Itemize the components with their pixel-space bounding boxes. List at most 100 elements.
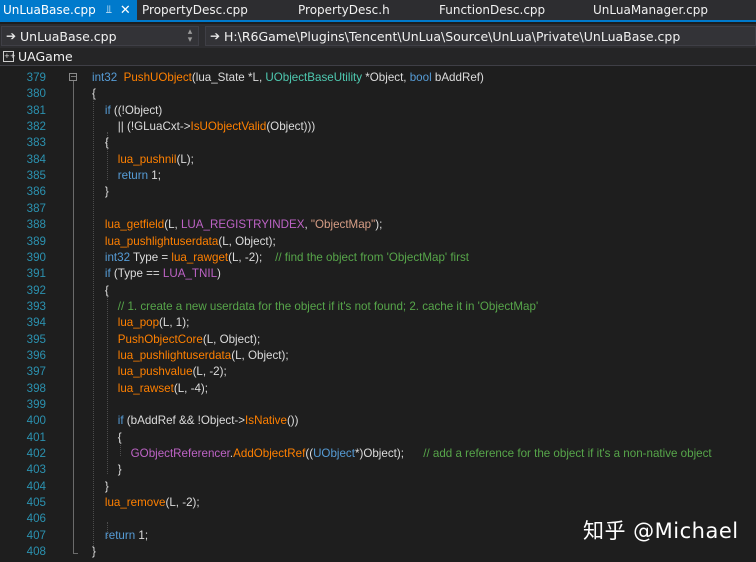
code-text: return 1; [92,168,161,184]
arrow-right-icon: ➔ [209,29,221,43]
code-line[interactable]: 386 } [0,184,756,200]
code-text: lua_pushlightuserdata(L, Object); [92,234,276,250]
code-line[interactable]: 403 } [0,462,756,478]
line-number: 381 [26,103,46,117]
line-number: 391 [26,267,46,281]
tab-label: PropertyDesc.cpp [142,3,248,17]
tab-propertydesc-cpp[interactable]: PropertyDesc.cpp [142,0,248,20]
token-text: ) [217,267,221,281]
code-line[interactable]: 383 { [0,135,756,151]
cpp-project-icon: ++ [3,51,16,62]
token-kw: return [104,528,136,542]
line-number: 407 [26,528,46,542]
tab-propertydesc-h[interactable]: PropertyDesc.h [298,0,390,20]
token-text: } [92,545,96,559]
code-editor[interactable]: − 379 int32 PushUObject(lua_State *L, UOb… [0,67,756,562]
tab-unluabase-cpp[interactable]: UnLuaBase.cpp ⫫ ✕ [0,0,137,20]
code-line[interactable]: 396 lua_pushlightuserdata(L, Object); [0,348,756,364]
navigation-bar: ➔ UnLuaBase.cpp ▴ ▾ ➔ H:\R6Game\Plugins\T… [0,24,756,48]
code-text: } [92,479,109,495]
code-text: { [92,135,109,151]
token-text: (( [305,447,314,461]
token-text: 1; [135,528,149,542]
code-line[interactable]: 379 int32 PushUObject(lua_State *L, UObje… [0,70,756,86]
code-text: if (Type == LUA_TNIL) [92,266,221,282]
code-text: if (bAddRef && !Object->IsNative()) [92,413,299,429]
token-fn: IsUObjectValid [190,120,267,134]
token-text: { [92,87,96,101]
token-text: (L); [176,152,194,166]
tab-unluamanager-cpp[interactable]: UnLuaManager.cpp [593,0,708,20]
spinner-icon[interactable]: ▴ ▾ [183,28,197,45]
document-tab-strip: UnLuaBase.cpp ⫫ ✕ PropertyDesc.cpp Prope… [0,0,756,22]
token-text: *Object, [362,71,410,84]
token-kw: UObject [313,447,355,461]
code-line[interactable]: 381 if ((!Object) [0,103,756,119]
code-text: { [92,283,109,299]
code-text: lua_rawset(L, -4); [92,381,208,397]
code-text: // 1. create a new userdata for the obje… [92,299,538,315]
code-line[interactable]: 398 lua_rawset(L, -4); [0,381,756,397]
token-text: (L, -4); [173,381,209,395]
code-line[interactable]: 401 { [0,430,756,446]
token-kw: int32 [104,250,131,264]
code-line[interactable]: 392 { [0,283,756,299]
line-number: 398 [26,381,46,395]
token-fn: lua_pop [117,316,160,330]
line-number: 388 [26,218,46,232]
code-line[interactable]: 402 GObjectReferencer.AddObjectRef((UObj… [0,446,756,462]
token-text: (L, Object); [218,234,276,248]
line-number: 405 [26,496,46,510]
line-number: 402 [26,447,46,461]
code-text: { [92,430,122,446]
token-kw: bool [409,71,432,84]
code-line[interactable]: 393 // 1. create a new userdata for the … [0,299,756,315]
code-text: lua_remove(L, -2); [92,495,200,511]
code-line[interactable]: 394 lua_pop(L, 1); [0,315,756,331]
project-bar[interactable]: ++ UAGame [0,48,756,66]
code-line[interactable]: 399 [0,397,756,413]
token-text: ); [375,218,383,232]
code-line[interactable]: 380 { [0,86,756,102]
code-line[interactable]: 400 if (bAddRef && !Object->IsNative()) [0,413,756,429]
code-line[interactable]: 388 lua_getfield(L, LUA_REGISTRYINDEX, "… [0,217,756,233]
code-line[interactable]: 391 if (Type == LUA_TNIL) [0,266,756,282]
code-line[interactable]: 389 lua_pushlightuserdata(L, Object); [0,234,756,250]
close-icon[interactable]: ✕ [120,3,131,18]
code-line[interactable]: 405 lua_remove(L, -2); [0,495,756,511]
token-fn: lua_pushlightuserdata [104,234,219,248]
code-line[interactable]: 387 [0,201,756,217]
line-number: 384 [26,152,46,166]
code-line[interactable]: 397 lua_pushvalue(L, -2); [0,364,756,380]
line-number: 382 [26,120,46,134]
code-line[interactable]: 395 PushObjectCore(L, Object); [0,332,756,348]
token-text: ()) [286,414,299,428]
code-line[interactable]: 385 return 1; [0,168,756,184]
code-text: if ((!Object) [92,103,162,119]
token-fn: AddObjectRef [233,447,306,461]
token-fn: PushObjectCore [117,332,203,346]
code-text: int32 PushUObject(lua_State *L, UObjectB… [92,70,484,86]
code-line[interactable]: 404 } [0,479,756,495]
token-text: || (!GLuaCxt-> [92,120,191,134]
file-path-dropdown[interactable]: ➔ H:\R6Game\Plugins\Tencent\UnLua\Source… [205,26,756,46]
code-line[interactable]: 382 || (!GLuaCxt->IsUObjectValid(Object)… [0,119,756,135]
tab-functiondesc-cpp[interactable]: FunctionDesc.cpp [439,0,545,20]
code-text: } [92,462,122,478]
file-scope-dropdown[interactable]: ➔ UnLuaBase.cpp ▴ ▾ [1,26,199,46]
pin-icon[interactable]: ⫫ [106,3,112,17]
code-line[interactable]: 390 int32 Type = lua_rawget(L, -2); // f… [0,250,756,266]
token-mac: LUA_TNIL [162,267,218,281]
line-number: 394 [26,316,46,330]
token-text: (L, -2); [165,496,200,510]
code-line[interactable]: 384 lua_pushnil(L); [0,152,756,168]
code-text: } [92,544,96,560]
code-line[interactable]: 408} [0,544,756,560]
